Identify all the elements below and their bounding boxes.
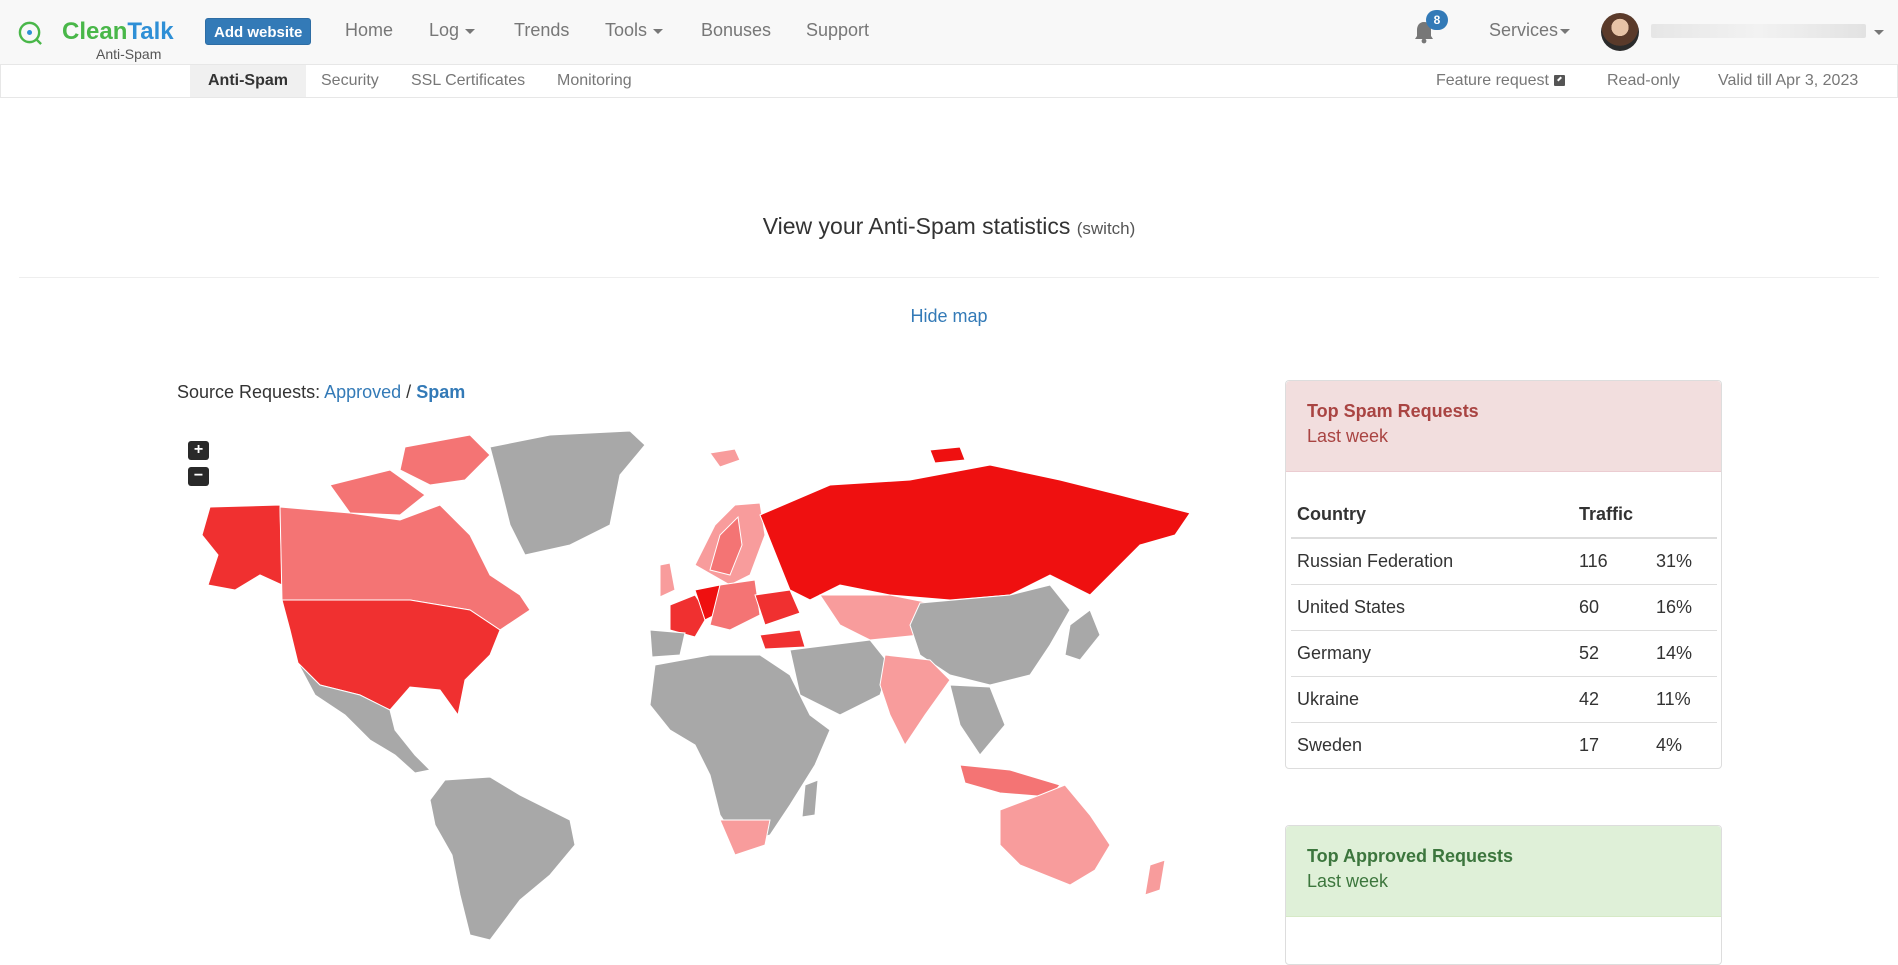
column-header-traffic: Traffic [1573,492,1717,539]
top-spam-panel-header: Top Spam Requests Last week [1286,381,1721,472]
read-only-link[interactable]: Read-only [1607,65,1680,97]
zoom-in-button[interactable]: + [188,441,209,460]
map-alaska[interactable] [201,504,283,591]
brand-name: CleanTalk [62,18,174,45]
chevron-down-icon[interactable] [1874,30,1884,35]
percent-cell: 16% [1650,584,1717,631]
page-title-text: View your Anti-Spam statistics [762,213,1071,239]
map-canada-islands[interactable] [399,434,491,486]
country-cell: Sweden [1291,722,1573,768]
map-japan[interactable] [1064,609,1101,661]
nav-log[interactable]: Log [429,20,476,41]
world-map[interactable]: + − [188,425,1240,941]
feature-request-label: Feature request [1436,72,1549,89]
nav-bonuses[interactable]: Bonuses [701,20,771,41]
source-requests-label: Source Requests: [177,382,321,402]
table-row[interactable]: Russian Federation 116 31% [1291,537,1717,585]
feature-request-link[interactable]: Feature request [1436,65,1565,97]
chevron-down-icon [653,28,664,34]
percent-cell: 14% [1650,630,1717,677]
nav-support[interactable]: Support [806,20,869,41]
tab-ssl-certificates[interactable]: SSL Certificates [411,65,525,97]
table-row[interactable]: United States 60 16% [1291,584,1717,631]
top-approved-panel-header: Top Approved Requests Last week [1286,826,1721,917]
brand-subtitle: Anti-Spam [96,46,162,62]
column-header-country: Country [1291,492,1573,539]
map-madagascar[interactable] [801,779,819,818]
map-southeast-asia[interactable] [949,684,1006,756]
nav-services[interactable]: Services [1489,20,1571,41]
nav-home[interactable]: Home [345,20,393,41]
valid-till-link[interactable]: Valid till Apr 3, 2023 [1718,65,1858,97]
tab-monitoring[interactable]: Monitoring [557,65,632,97]
map-spain[interactable] [649,629,686,658]
top-approved-panel: Top Approved Requests Last week [1285,825,1722,965]
count-cell: 60 [1573,584,1650,631]
table-row[interactable]: Ukraine 42 11% [1291,676,1717,723]
nav-log-label: Log [429,20,460,40]
chevron-down-icon [1560,28,1571,34]
top-spam-title: Top Spam Requests [1307,401,1479,421]
map-canada-islands-2[interactable] [329,469,426,516]
separator: / [406,382,412,402]
country-cell: United States [1291,584,1573,631]
map-greenland[interactable] [489,430,646,556]
map-turkey[interactable] [759,629,806,650]
nav-services-label: Services [1489,20,1559,40]
table-row[interactable]: Germany 52 14% [1291,630,1717,677]
top-spam-panel: Top Spam Requests Last week Country Traf… [1285,380,1722,769]
hide-map-link[interactable]: Hide map [0,306,1898,327]
map-indonesia[interactable] [959,764,1061,798]
divider [19,277,1879,278]
percent-cell: 11% [1650,676,1717,723]
map-russia-islands[interactable] [929,446,966,464]
top-navbar: CleanTalk Anti-Spam Add website Home Log… [0,0,1898,65]
tab-security[interactable]: Security [321,65,379,97]
approved-link[interactable]: Approved [324,382,401,402]
map-usa[interactable] [281,599,501,717]
map-australia[interactable] [999,784,1111,886]
map-uk[interactable] [659,562,676,598]
external-link-icon [1553,75,1565,86]
count-cell: 17 [1573,722,1650,768]
top-approved-title: Top Approved Requests [1307,846,1514,866]
country-cell: Ukraine [1291,676,1573,723]
page-title: View your Anti-Spam statistics (switch) [0,213,1898,240]
add-website-button[interactable]: Add website [205,18,312,45]
zoom-out-button[interactable]: − [188,467,209,486]
count-cell: 52 [1573,630,1650,677]
spam-link[interactable]: Spam [416,382,465,402]
country-cell: Germany [1291,630,1573,677]
cleantalk-logo-icon [18,21,42,45]
notification-badge: 8 [1426,10,1448,30]
top-spam-period: Last week [1307,426,1389,446]
avatar[interactable] [1601,13,1639,51]
sub-navbar: Anti-Spam Security SSL Certificates Moni… [0,65,1898,98]
chevron-down-icon [465,28,476,34]
table-row[interactable]: Sweden 17 4% [1291,722,1717,768]
map-middle-east[interactable] [789,639,891,716]
country-cell: Russian Federation [1291,537,1573,585]
source-requests-toggle: Source Requests: Approved / Spam [177,382,465,403]
world-map-svg [201,430,1191,941]
switch-link[interactable]: (switch) [1077,219,1136,238]
nav-tools-label: Tools [605,20,648,40]
count-cell: 116 [1573,537,1650,585]
tab-anti-spam[interactable]: Anti-Spam [190,65,306,97]
top-approved-period: Last week [1307,871,1389,891]
map-new-zealand[interactable] [1144,859,1166,896]
count-cell: 42 [1573,676,1650,723]
map-south-america[interactable] [429,776,576,941]
map-ukraine[interactable] [754,589,801,626]
user-name-redacted[interactable] [1651,24,1866,38]
nav-trends[interactable]: Trends [514,20,569,41]
map-iceland[interactable] [709,448,741,468]
percent-cell: 4% [1650,722,1717,768]
percent-cell: 31% [1650,537,1717,585]
map-russia[interactable] [759,464,1191,601]
map-south-africa[interactable] [719,819,771,856]
top-spam-table: Country Traffic Russian Federation 116 3… [1291,492,1717,768]
nav-tools[interactable]: Tools [605,20,664,41]
